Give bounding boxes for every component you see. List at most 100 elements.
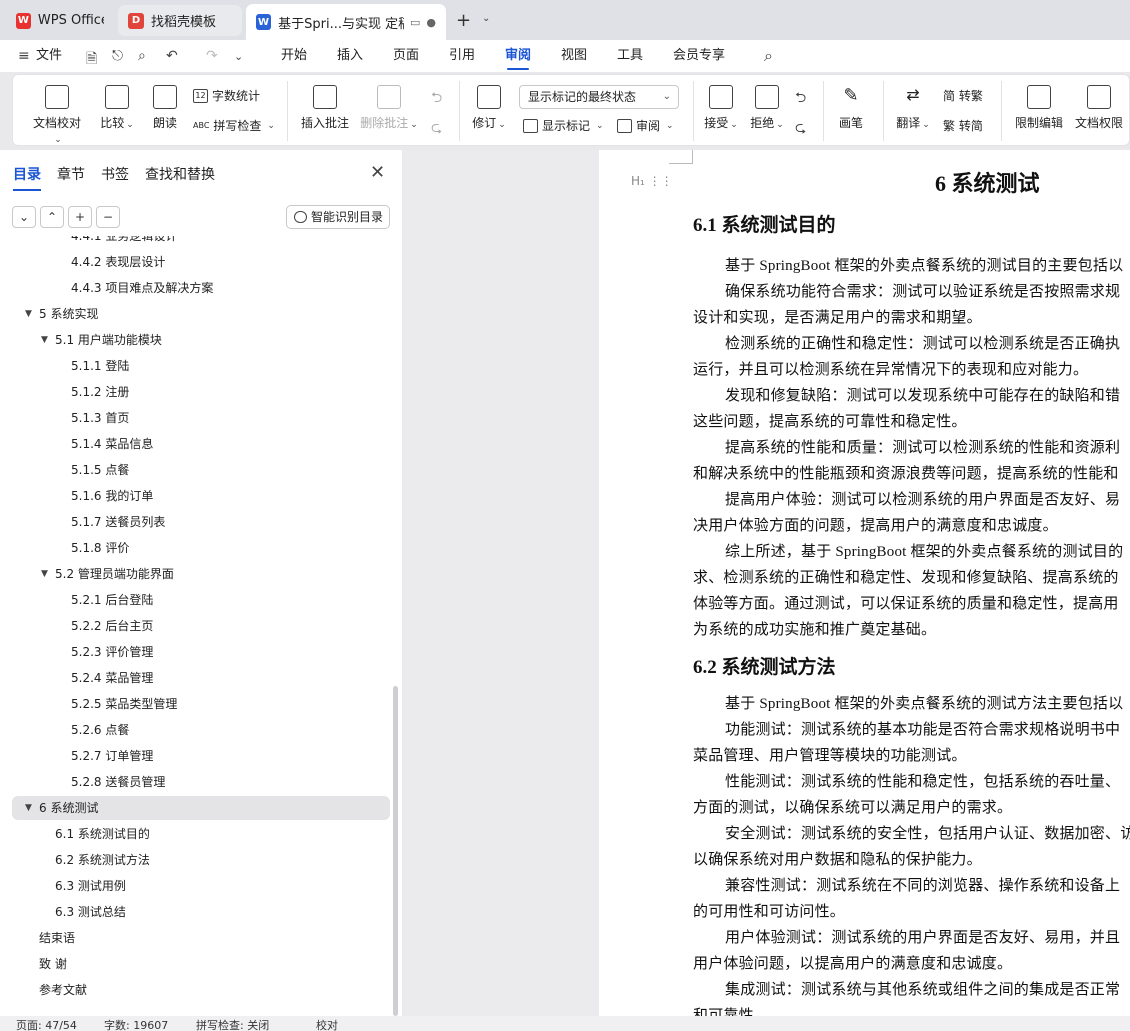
share-icon[interactable]: ⎋: [112, 48, 123, 64]
chevron-down-icon[interactable]: ⌄: [482, 13, 490, 24]
toc-item[interactable]: 5.1.6 我的订单: [12, 484, 390, 508]
close-icon[interactable]: ✕: [370, 162, 385, 183]
unsaved-dot-icon[interactable]: ●: [426, 16, 436, 29]
toc-item[interactable]: 6.3 测试总结: [12, 900, 390, 924]
tab-label: WPS Office: [37, 13, 104, 28]
nav-tab-find-replace[interactable]: 查找和替换: [145, 164, 215, 184]
document-page[interactable]: H₁ ⋮⋮ 6 系统测试 6.1 系统测试目的 基于 SpringBoot 框架…: [599, 150, 1130, 1016]
screen-icon[interactable]: ▭: [410, 16, 420, 29]
toc-item[interactable]: 5.2.3 评价管理: [12, 640, 390, 664]
track-changes-button[interactable]: 修订 ⌄: [469, 85, 509, 131]
toc-item[interactable]: 5.1.3 首页: [12, 406, 390, 430]
expand-arrow-icon[interactable]: ▼: [25, 796, 32, 820]
markup-state-select[interactable]: 显示标记的最终状态 ⌄: [519, 85, 679, 109]
smart-toc-button[interactable]: 智能识别目录: [286, 205, 390, 229]
expand-arrow-icon[interactable]: ▼: [41, 562, 48, 586]
menu-references[interactable]: 引用: [449, 40, 475, 72]
toc-item[interactable]: 5.1.7 送餐员列表: [12, 510, 390, 534]
menu-file[interactable]: 文件: [36, 40, 62, 72]
save-icon[interactable]: 🗎: [86, 48, 97, 72]
new-tab-button[interactable]: +: [456, 10, 471, 31]
show-markup-button[interactable]: 显示标记 ⌄: [523, 117, 604, 134]
to-traditional-button[interactable]: 简 转繁: [943, 87, 983, 104]
toc-item[interactable]: 5.2.2 后台主页: [12, 614, 390, 638]
quick-access-dropdown-icon[interactable]: ⌄: [234, 50, 243, 63]
collapse-all-button[interactable]: ⌄: [12, 206, 36, 228]
next-comment-icon[interactable]: ⮎: [431, 117, 442, 141]
print-preview-icon[interactable]: ⌕: [138, 48, 146, 64]
menu-page[interactable]: 页面: [393, 40, 419, 72]
nav-tab-toc[interactable]: 目录: [13, 164, 41, 191]
toc-item[interactable]: ▼ 5.2 管理员端功能界面: [12, 562, 390, 586]
toc-item[interactable]: 6.1 系统测试目的: [12, 822, 390, 846]
insert-comment-button[interactable]: 插入批注: [299, 85, 351, 131]
review-pane-button[interactable]: 审阅 ⌄: [617, 117, 674, 134]
translate-button[interactable]: ⇄ 翻译 ⌄: [893, 85, 933, 131]
toc-item[interactable]: 5.2.1 后台登陆: [12, 588, 390, 612]
menu-tools[interactable]: 工具: [617, 40, 643, 72]
reject-button[interactable]: 拒绝 ⌄: [747, 85, 787, 131]
toc-item[interactable]: 6.2 系统测试方法: [12, 848, 390, 872]
toc-item[interactable]: 5.2.7 订单管理: [12, 744, 390, 768]
spell-check-button[interactable]: ABC 拼写检查 ⌄: [193, 117, 275, 134]
menu-home[interactable]: 开始: [281, 40, 307, 72]
menu-review[interactable]: 审阅: [505, 40, 531, 72]
word-count-button[interactable]: 12 字数统计: [193, 87, 260, 104]
doc-permission-button[interactable]: 文档权限: [1073, 85, 1125, 131]
remove-heading-button[interactable]: −: [96, 206, 120, 228]
expand-arrow-icon[interactable]: ▼: [25, 302, 32, 326]
page-indicator[interactable]: 页面: 47/54: [16, 1017, 77, 1031]
tab-current-document[interactable]: W 基于Spri...与实现 定稿 ▭ ●: [246, 4, 446, 40]
tab-wps-office[interactable]: W WPS Office: [6, 5, 114, 36]
compare-button[interactable]: 比较 ⌄: [97, 85, 137, 131]
proofread-status[interactable]: 校对: [316, 1017, 338, 1031]
paragraph-line: 体验等方面。通过测试，可以保证系统的质量和稳定性，提高用: [693, 596, 1119, 612]
toc-item[interactable]: 5.1.5 点餐: [12, 458, 390, 482]
toc-item[interactable]: 参考文献: [12, 978, 390, 1002]
toc-item[interactable]: 5.1.8 评价: [12, 536, 390, 560]
expand-up-button[interactable]: ⌃: [40, 206, 64, 228]
toc-item[interactable]: 6.3 测试用例: [12, 874, 390, 898]
toc-item[interactable]: 5.2.6 点餐: [12, 718, 390, 742]
toc-item[interactable]: 致 谢: [12, 952, 390, 976]
expand-arrow-icon[interactable]: ▼: [41, 328, 48, 352]
menu-member[interactable]: 会员专享: [673, 40, 725, 72]
undo-icon[interactable]: ↶: [166, 48, 178, 64]
toc-item[interactable]: 5.2.5 菜品类型管理: [12, 692, 390, 716]
read-aloud-button[interactable]: 朗读: [149, 85, 181, 131]
toc-item[interactable]: 5.1.1 登陆: [12, 354, 390, 378]
delete-comment-button[interactable]: 删除批注 ⌄: [359, 85, 419, 131]
toc-item[interactable]: ▼ 5.1 用户端功能模块: [12, 328, 390, 352]
toc-item[interactable]: 4.4.2 表现层设计: [12, 250, 390, 274]
heading-drag-handle-icon[interactable]: H₁ ⋮⋮: [631, 174, 673, 188]
toc-item[interactable]: 5.2.8 送餐员管理: [12, 770, 390, 794]
hamburger-menu-icon[interactable]: ≡: [18, 48, 30, 64]
accept-button[interactable]: 接受 ⌄: [701, 85, 741, 131]
toc-item[interactable]: 4.4.1 业务逻辑设计: [12, 236, 390, 248]
spell-check-status[interactable]: 拼写检查: 关闭: [196, 1017, 269, 1031]
toc-item[interactable]: 5.1.2 注册: [12, 380, 390, 404]
toc-item[interactable]: 结束语: [12, 926, 390, 950]
toc-item[interactable]: ▼ 6 系统测试: [12, 796, 390, 820]
nav-tab-chapters[interactable]: 章节: [57, 164, 85, 184]
menu-insert[interactable]: 插入: [337, 40, 363, 72]
doc-check-button[interactable]: 文档校对⌄: [29, 85, 85, 145]
toc-item[interactable]: 4.4.3 项目难点及解决方案: [12, 276, 390, 300]
to-simplified-button[interactable]: 繁 转简: [943, 117, 983, 134]
toc-item[interactable]: ▼ 5 系统实现: [12, 302, 390, 326]
redo-icon[interactable]: ↷: [206, 48, 218, 64]
pen-button[interactable]: ✎ 画笔: [835, 85, 867, 131]
previous-comment-icon[interactable]: ⮌: [431, 87, 442, 111]
previous-change-icon[interactable]: ⮌: [795, 87, 806, 111]
restrict-edit-button[interactable]: 限制编辑: [1013, 85, 1065, 131]
toc-item[interactable]: 5.2.4 菜品管理: [12, 666, 390, 690]
toc-scrollbar[interactable]: [393, 686, 398, 1016]
add-heading-button[interactable]: +: [68, 206, 92, 228]
word-count-indicator[interactable]: 字数: 19607: [104, 1017, 168, 1031]
next-change-icon[interactable]: ⮎: [795, 117, 806, 141]
nav-tab-bookmarks[interactable]: 书签: [101, 164, 129, 184]
search-icon[interactable]: ⌕: [764, 46, 773, 66]
toc-item[interactable]: 5.1.4 菜品信息: [12, 432, 390, 456]
menu-view[interactable]: 视图: [561, 40, 587, 72]
tab-docer-templates[interactable]: D 找稻壳模板: [118, 5, 242, 36]
